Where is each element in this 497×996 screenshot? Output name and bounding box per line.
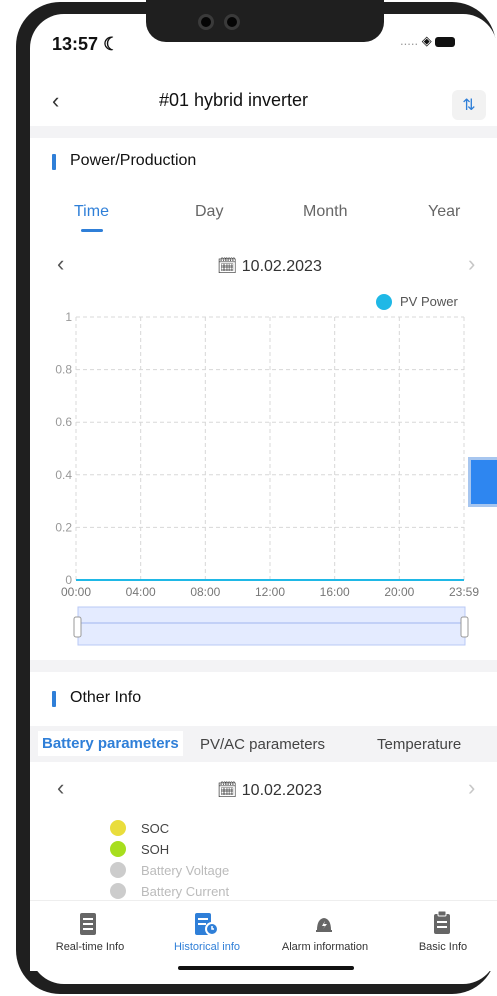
date-text: 10.02.2023: [241, 258, 322, 275]
tab-battery-parameters[interactable]: Battery parameters: [38, 731, 183, 756]
legend-label[interactable]: SOC: [141, 821, 169, 836]
tab-year[interactable]: Year: [428, 203, 460, 221]
x-tick-label: 16:00: [320, 585, 350, 599]
clipboard-icon[interactable]: [432, 910, 452, 935]
next-date-button[interactable]: ›: [468, 251, 475, 277]
page-title: #01 hybrid inverter: [158, 90, 309, 110]
historical-info-icon[interactable]: [194, 912, 219, 936]
x-tick-label: 04:00: [126, 585, 156, 599]
notch: [146, 0, 384, 42]
floating-side-tab[interactable]: [468, 457, 497, 507]
nav-label-realtime[interactable]: Real-time Info: [38, 941, 142, 953]
x-tick-label: 20:00: [384, 585, 414, 599]
power-chart: 00.20.40.60.81 00:00 04:00 08:00 12:00 16:00…: [55, 294, 479, 646]
legend-marker[interactable]: [376, 294, 392, 310]
x-tick-label: 23:59: [449, 585, 479, 599]
tab-temperature[interactable]: Temperature: [377, 736, 461, 753]
alarm-bell-icon[interactable]: [313, 913, 335, 935]
zoom-handle-left[interactable]: [73, 616, 82, 638]
calendar-icon: 🗓: [217, 782, 238, 799]
date-selector[interactable]: 🗓 10.02.2023: [217, 256, 322, 276]
section-title: Other Info: [70, 689, 142, 706]
realtime-info-icon[interactable]: [78, 912, 98, 936]
zoom-slider[interactable]: [77, 606, 466, 646]
status-time: 13:57 ☾: [52, 34, 120, 54]
tab-active-indicator: [81, 229, 103, 232]
y-tick-label: 0.6: [55, 415, 72, 429]
legend-dot[interactable]: [110, 841, 126, 857]
sensor-icon: [224, 14, 240, 30]
prev-date-button[interactable]: ‹: [57, 251, 64, 277]
x-tick-label: 00:00: [61, 585, 91, 599]
home-indicator: [178, 966, 354, 970]
date-text: 10.02.2023: [241, 782, 322, 799]
calendar-icon: 🗓: [217, 258, 238, 275]
nav-label-historical[interactable]: Historical info: [154, 941, 260, 953]
section-title: Power/Production: [70, 152, 197, 169]
signal-icon: .....: [400, 33, 419, 48]
y-tick-label: 1: [65, 310, 72, 324]
chart-x-labels: 00:00 04:00 08:00 12:00 16:00 20:00 23:59: [61, 585, 479, 599]
section-marker: [52, 691, 56, 707]
chart-legend: PV Power: [376, 294, 458, 310]
camera-icon: [198, 14, 214, 30]
filter-settings-icon: ⇅: [462, 97, 476, 114]
chart-y-labels: 00.20.40.60.81: [55, 310, 72, 587]
x-tick-label: 12:00: [255, 585, 285, 599]
nav-label-alarm[interactable]: Alarm information: [270, 941, 380, 953]
legend-dot[interactable]: [110, 883, 126, 899]
bottom-nav: [30, 900, 497, 971]
section-marker: [52, 154, 56, 170]
nav-label-basic[interactable]: Basic Info: [400, 941, 486, 953]
legend-dot[interactable]: [110, 862, 126, 878]
zoom-handle-right[interactable]: [460, 616, 469, 638]
tab-pv-ac-parameters[interactable]: PV/AC parameters: [200, 736, 325, 753]
divider: [30, 126, 497, 138]
legend-label[interactable]: PV Power: [400, 294, 458, 309]
legend-dot[interactable]: [110, 820, 126, 836]
y-tick-label: 0.8: [55, 363, 72, 377]
divider: [30, 660, 497, 672]
tab-month[interactable]: Month: [303, 203, 347, 221]
wifi-icon: ◈: [421, 33, 432, 48]
battery-icon: [435, 36, 456, 47]
legend-label[interactable]: Battery Current: [141, 884, 229, 899]
legend-label[interactable]: Battery Voltage: [141, 863, 229, 878]
y-tick-label: 0.2: [55, 520, 72, 534]
tab-time[interactable]: Time: [74, 203, 109, 221]
tab-day[interactable]: Day: [195, 203, 223, 221]
filter-settings-button[interactable]: ⇅: [452, 90, 486, 120]
status-icons: ..... ◈: [400, 33, 456, 49]
x-tick-label: 08:00: [190, 585, 220, 599]
chart-grid: [75, 316, 465, 581]
date-selector[interactable]: 🗓 10.02.2023: [217, 780, 322, 800]
next-date-button[interactable]: ›: [468, 775, 475, 801]
y-tick-label: 0.4: [55, 468, 72, 482]
prev-date-button[interactable]: ‹: [57, 775, 64, 801]
legend-label[interactable]: SOH: [141, 842, 169, 857]
moon-icon: ☾: [103, 34, 120, 54]
